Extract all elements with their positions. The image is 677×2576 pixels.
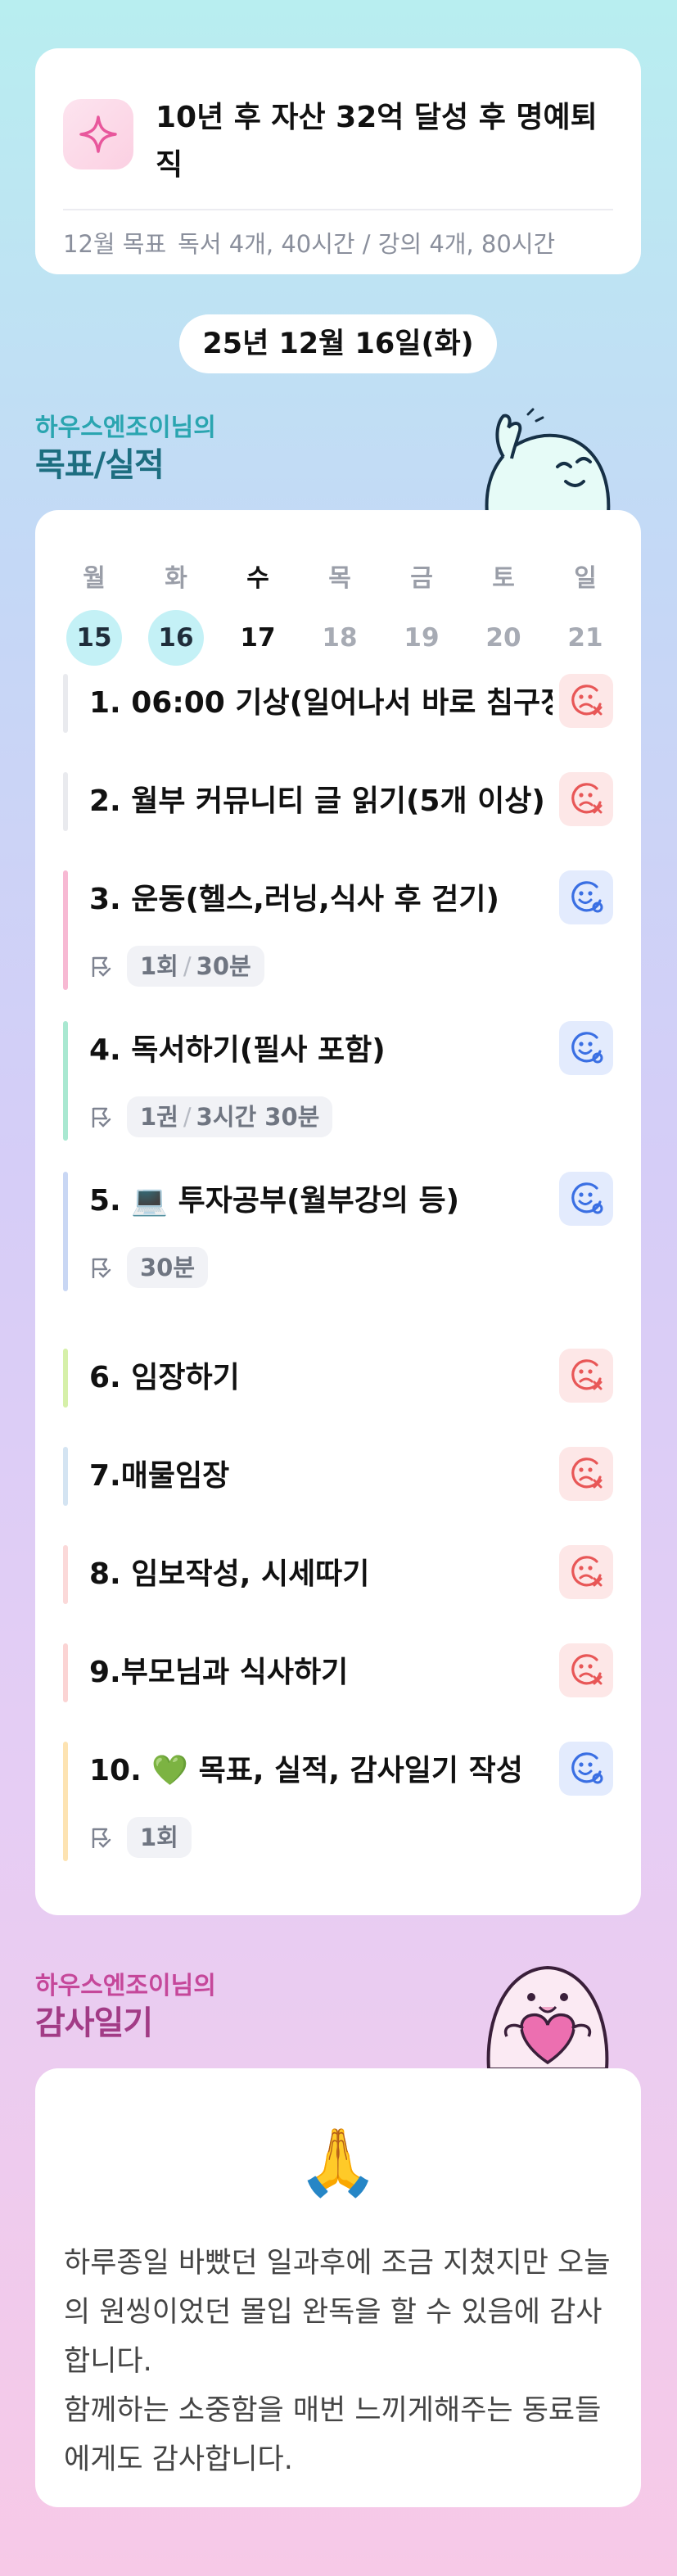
tasks-card: 월 15 화 16 수 17 목 18 금 19 토 20 일 21 1. 06:00 기상(일어나서 바… [35,510,641,1915]
day-number: 17 [240,623,276,653]
task-color-bar [63,870,68,990]
chip-value: 3시간 30분 [196,1103,320,1131]
chip-separator: / [183,952,192,980]
date-pill[interactable]: 25년 12월 16일(화) [179,314,497,373]
day-number: 18 [322,623,358,653]
chip-value: 1권 [140,1103,178,1131]
day-name: 목 [328,564,351,593]
task-title: 3. 운동(헬스,러닝,식사 후 걷기) [89,883,499,916]
task-title: 7.매물임장 [89,1459,230,1493]
goal-divider [63,209,613,210]
goal-flag-icon [89,950,122,983]
task-item[interactable]: 4. 독서하기(필사 포함) 1권/3시간 30분 [63,1021,613,1141]
task-title: 10. 💚 목표, 실적, 감사일기 작성 [89,1754,523,1787]
status-smile-icon[interactable] [559,1742,613,1796]
task-item[interactable]: 7.매물임장 [63,1447,613,1506]
status-frown-icon[interactable] [559,1643,613,1697]
task-item[interactable]: 6. 임장하기 [63,1349,613,1408]
day-number: 21 [567,623,603,653]
day-name: 수 [246,564,269,593]
goal-flag-icon [89,1100,122,1133]
chip-value: 30분 [196,952,251,980]
task-item[interactable]: 8. 임보작성, 시세따기 [63,1545,613,1604]
day-name: 일 [574,564,597,593]
sparkle-icon [63,99,133,169]
status-smile-icon[interactable] [559,1172,613,1226]
task-item[interactable]: 2. 월부 커뮤니티 글 읽기(5개 이상) [63,772,613,831]
diary-text: 하루종일 바빴던 일과후에 조금 지쳤지만 오늘의 원씽이었던 몰입 완독을 할… [64,2247,611,2476]
chip-value: 1회 [140,952,178,980]
status-smile-icon[interactable] [559,870,613,924]
day-number: 15 [66,610,122,666]
status-frown-icon[interactable] [559,674,613,728]
task-progress-chip: 1회 [127,1817,192,1858]
task-meta: 1권/3시간 30분 [89,1096,333,1137]
goal-card[interactable]: 10년 후 자산 32억 달성 후 명예퇴직 12월 목표 독서 4개, 40시간… [35,48,641,274]
status-frown-icon[interactable] [559,772,613,826]
monthly-goal-text: 독서 4개, 40시간 / 강의 4개, 80시간 [178,230,556,258]
status-frown-icon[interactable] [559,1545,613,1599]
day-18[interactable]: 목 18 [299,554,381,666]
day-16[interactable]: 화 16 [135,554,217,666]
task-meta: 30분 [89,1247,209,1288]
day-number: 16 [148,610,204,666]
day-number: 20 [485,623,521,653]
task-color-bar [63,1021,68,1141]
task-title: 9.부모님과 식사하기 [89,1656,349,1689]
task-color-bar [63,1545,68,1604]
task-color-bar [63,1447,68,1506]
status-frown-icon[interactable] [559,1447,613,1501]
goal-title: 10년 후 자산 32억 달성 후 명예퇴직 [156,101,598,182]
status-smile-icon[interactable] [559,1021,613,1075]
task-title: 4. 독서하기(필사 포함) [89,1033,386,1067]
week-selector[interactable]: 월 15 화 16 수 17 목 18 금 19 토 20 일 21 [53,554,626,669]
goal-flag-icon [89,1251,122,1284]
monthly-goal-label: 12월 목표 [63,230,167,258]
task-color-bar [63,674,68,733]
mascot-waving-illustration [479,408,618,517]
task-color-bar [63,1643,68,1702]
day-name: 월 [83,564,106,593]
task-color-bar [63,1742,68,1861]
task-meta: 1회/30분 [89,946,264,987]
task-color-bar [63,1349,68,1408]
task-progress-chip: 1회/30분 [127,946,264,987]
diary-section-title: 감사일기 [35,2004,153,2042]
praying-hands-emoji: 🙏 [297,2124,379,2200]
day-name: 토 [492,564,515,593]
task-progress-chip: 30분 [127,1247,209,1288]
task-item[interactable]: 1. 06:00 기상(일어나서 바로 침구정리) [63,674,613,733]
day-20[interactable]: 토 20 [463,554,544,666]
task-title: 1. 06:00 기상(일어나서 바로 침구정리) [89,686,553,720]
task-meta: 1회 [89,1817,192,1858]
diary-card: 🙏 하루종일 바빴던 일과후에 조금 지쳤지만 오늘의 원씽이었던 몰입 완독을… [35,2068,641,2507]
chip-separator: / [183,1103,192,1131]
task-item[interactable]: 10. 💚 목표, 실적, 감사일기 작성 1회 [63,1742,613,1861]
task-color-bar [63,772,68,831]
task-title: 6. 임장하기 [89,1361,240,1394]
day-name: 금 [410,564,433,593]
chip-value: 1회 [140,1824,178,1851]
status-frown-icon[interactable] [559,1349,613,1403]
mascot-heart-illustration [477,1961,618,2072]
task-title: 8. 임보작성, 시세따기 [89,1557,370,1591]
day-15[interactable]: 월 15 [53,554,135,666]
day-name: 화 [165,564,187,593]
monthly-goal: 12월 목표 독서 4개, 40시간 / 강의 4개, 80시간 [63,219,641,269]
task-item[interactable]: 9.부모님과 식사하기 [63,1643,613,1702]
tasks-section-title: 목표/실적 [35,446,165,484]
task-item[interactable]: 3. 운동(헬스,러닝,식사 후 걷기) 1회/30분 [63,870,613,990]
task-item[interactable]: 5. 💻 투자공부(월부강의 등) 30분 [63,1172,613,1291]
day-17[interactable]: 수 17 [217,554,299,666]
chip-value: 30분 [140,1254,196,1281]
task-title: 5. 💻 투자공부(월부강의 등) [89,1184,460,1218]
task-title: 2. 월부 커뮤니티 글 읽기(5개 이상) [89,784,545,818]
day-19[interactable]: 금 19 [381,554,463,666]
task-progress-chip: 1권/3시간 30분 [127,1096,333,1137]
day-21[interactable]: 일 21 [544,554,626,666]
goal-flag-icon [89,1821,122,1854]
day-number: 19 [404,623,440,653]
task-color-bar [63,1172,68,1291]
